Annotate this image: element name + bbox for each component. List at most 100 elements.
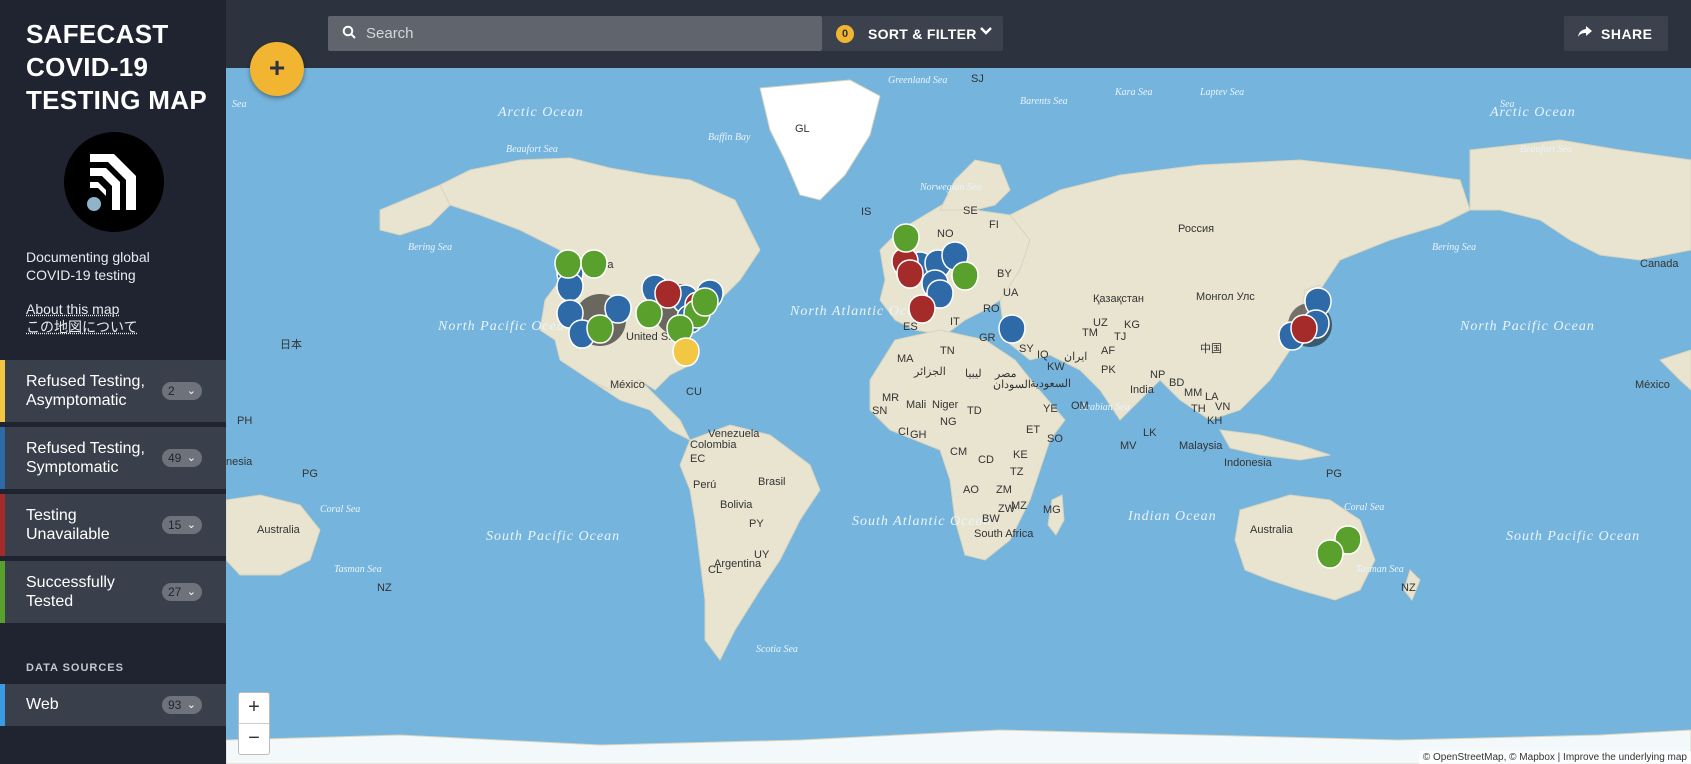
zoom-out-button[interactable]: − [239, 724, 269, 754]
place-label: AO [963, 484, 979, 496]
data-source-count: 93 [168, 698, 182, 712]
ocean-label: North Pacific Ocean [1459, 319, 1595, 334]
place-label: BY [997, 268, 1012, 280]
sea-label: Barents Sea [1020, 96, 1068, 107]
map-marker-unavailable [896, 259, 924, 289]
category-refused-symptomatic[interactable]: Refused Testing, Symptomatic 49 ⌄ [0, 427, 226, 489]
safecast-logo-icon [87, 154, 136, 211]
alaska-land [379, 184, 451, 236]
zoom-control: + − [238, 692, 270, 755]
sea-label: Sea [232, 99, 246, 110]
chevron-down-icon: ⌄ [186, 699, 196, 711]
place-label: South Africa [974, 528, 1034, 540]
safecast-logo [64, 132, 164, 232]
data-source-web[interactable]: Web 93 ⌄ [0, 684, 226, 726]
sea-label: Coral Sea [320, 504, 360, 515]
add-report-button[interactable]: + [250, 42, 304, 96]
category-count-badge[interactable]: 2 ⌄ [162, 382, 202, 400]
place-label: Brasil [758, 476, 786, 488]
sea-label: Coral Sea [1344, 502, 1384, 513]
place-label: México [610, 379, 645, 391]
map-canvas[interactable]: Arctic Ocean North Pacific Ocean North A… [226, 68, 1691, 764]
place-label: PG [302, 468, 318, 480]
category-testing-unavailable[interactable]: Testing Unavailable 15 ⌄ [0, 494, 226, 556]
share-button[interactable]: SHARE [1564, 16, 1668, 51]
filter-count-badge: 0 [836, 25, 854, 43]
sea-label: Greenland Sea [888, 75, 947, 86]
place-label: India [1130, 384, 1155, 396]
sort-filter-button[interactable]: 0 SORT & FILTER [822, 16, 1003, 51]
place-label: Қазақстан [1093, 293, 1144, 305]
place-label: KE [1013, 449, 1028, 461]
zoom-in-button[interactable]: + [239, 693, 269, 724]
sea-label: Laptev Sea [1199, 87, 1244, 98]
place-label: ES [903, 321, 918, 333]
data-source-count-badge[interactable]: 93 ⌄ [162, 696, 202, 714]
place-label: UA [1003, 287, 1019, 299]
place-label: BW [982, 513, 1000, 525]
tagline: Documenting global COVID-19 testing [26, 249, 150, 283]
ocean-label: South Pacific Ocean [486, 529, 620, 544]
sea-label: Bering Sea [408, 242, 452, 253]
app-title-line: TESTING MAP [26, 85, 207, 115]
map-marker-tested [1316, 539, 1344, 569]
place-label: SN [872, 405, 887, 417]
app-title-line: SAFECAST [26, 19, 169, 49]
place-label: RO [983, 303, 1000, 315]
place-label: ZM [996, 484, 1012, 496]
map-marker-tested [586, 314, 614, 344]
place-label: Australia [1250, 524, 1294, 536]
place-label: SJ [971, 73, 984, 85]
place-label: NP [1150, 369, 1165, 381]
place-label: NG [940, 416, 957, 428]
data-source-color-bar [0, 684, 5, 726]
place-label: PY [749, 518, 764, 530]
sea-label: Norwegian Sea [919, 182, 981, 193]
chevron-down-icon: ⌄ [186, 385, 196, 397]
place-label: PH [237, 415, 252, 427]
about-link-japanese[interactable]: この地図について [26, 318, 138, 336]
about-links: About this map この地図について [26, 300, 138, 336]
place-label: FI [989, 219, 999, 231]
sea-label: Beaufort Sea [1520, 144, 1572, 155]
category-refused-asymptomatic[interactable]: Refused Testing, Asymptomatic 2 ⌄ [0, 360, 226, 422]
place-label: YE [1043, 403, 1058, 415]
map-marker-tested [635, 299, 663, 329]
map-marker-unavailable [908, 294, 936, 324]
place-label: KH [1207, 415, 1222, 427]
map-attribution[interactable]: © OpenStreetMap, © Mapbox | Improve the … [1418, 751, 1691, 764]
place-label: MZ [1011, 500, 1027, 512]
place-label: IT [950, 316, 960, 328]
place-label: OM [1071, 400, 1089, 412]
category-count-badge[interactable]: 15 ⌄ [162, 516, 202, 534]
place-label: PG [1326, 468, 1342, 480]
place-label: TZ [1010, 466, 1024, 478]
search-input[interactable]: Search [328, 16, 822, 51]
share-icon [1578, 26, 1592, 41]
place-label: MV [1120, 440, 1137, 452]
place-label: NO [937, 228, 954, 240]
place-label: GH [910, 429, 927, 441]
category-successfully-tested[interactable]: Successfully Tested 27 ⌄ [0, 561, 226, 623]
place-label: CI [898, 426, 909, 438]
world-map[interactable]: Arctic Ocean North Pacific Ocean North A… [226, 68, 1691, 764]
map-marker-tested [892, 223, 920, 253]
place-label: Australia [257, 524, 301, 536]
chevron-down-icon: ⌄ [186, 452, 196, 464]
place-label: السعودية [1030, 378, 1071, 390]
place-label: 日本 [280, 337, 302, 351]
map-marker-symptomatic [998, 314, 1026, 344]
ocean-label: Indian Ocean [1127, 509, 1217, 524]
category-count: 15 [168, 518, 182, 532]
place-label: الجزائر [913, 366, 946, 378]
category-count-badge[interactable]: 49 ⌄ [162, 449, 202, 467]
place-label: Mali [906, 399, 926, 411]
category-count-badge[interactable]: 27 ⌄ [162, 583, 202, 601]
place-label: EC [690, 453, 705, 465]
map-marker-tested [554, 249, 582, 279]
ocean-label: Arctic Ocean [497, 105, 584, 120]
place-label: TJ [1114, 331, 1126, 343]
place-label: 中国 [1200, 342, 1222, 355]
sea-label: Bering Sea [1432, 242, 1476, 253]
about-link[interactable]: About this map [26, 300, 138, 318]
